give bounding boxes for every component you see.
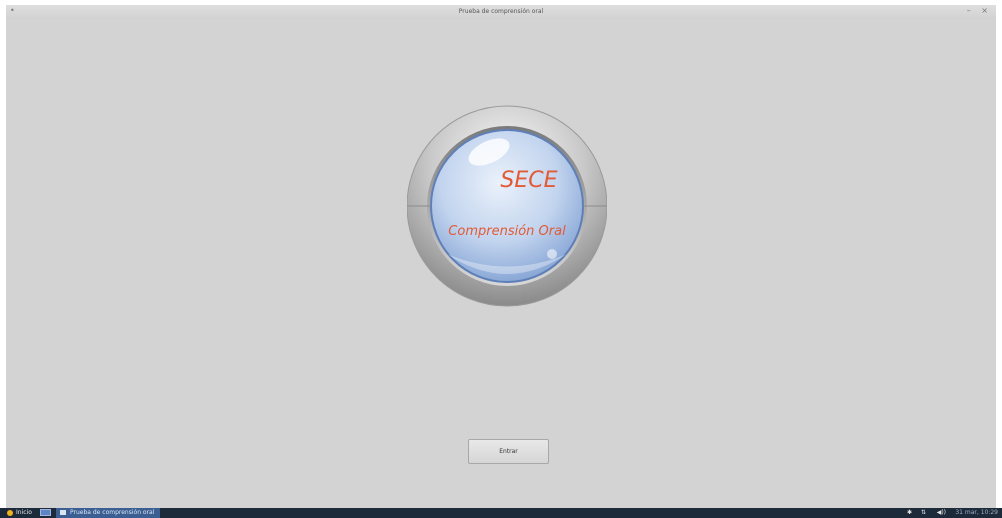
start-menu-icon[interactable]: [7, 510, 13, 516]
sece-logo: SECE Comprensión Oral: [407, 104, 607, 308]
window-icon: [60, 510, 66, 515]
enter-button[interactable]: Entrar: [468, 439, 549, 464]
volume-icon[interactable]: ◀)): [937, 509, 946, 516]
network-icon[interactable]: ⇅: [921, 509, 926, 516]
taskbar-item-app[interactable]: Prueba de comprensión oral: [56, 508, 160, 518]
bluetooth-icon[interactable]: ✱: [907, 509, 912, 516]
taskbar: Inicio Prueba de comprensión oral ✱ ⇅ ◀)…: [0, 508, 1002, 518]
clock[interactable]: 31 mar, 10:29: [955, 509, 998, 516]
logo-subtitle: Comprensión Oral: [448, 224, 566, 239]
window-title: Prueba de comprensión oral: [458, 8, 544, 15]
title-bar[interactable]: • Prueba de comprensión oral – ×: [6, 5, 996, 19]
window-controls[interactable]: – ×: [967, 6, 992, 15]
lens-graphic: [407, 105, 607, 307]
logo-title: SECE: [500, 168, 558, 193]
show-desktop-icon[interactable]: [40, 509, 51, 516]
start-button-label[interactable]: Inicio: [16, 509, 32, 516]
app-window: • Prueba de comprensión oral – × SECE Co…: [6, 5, 996, 508]
taskbar-item-label: Prueba de comprensión oral: [70, 509, 155, 516]
